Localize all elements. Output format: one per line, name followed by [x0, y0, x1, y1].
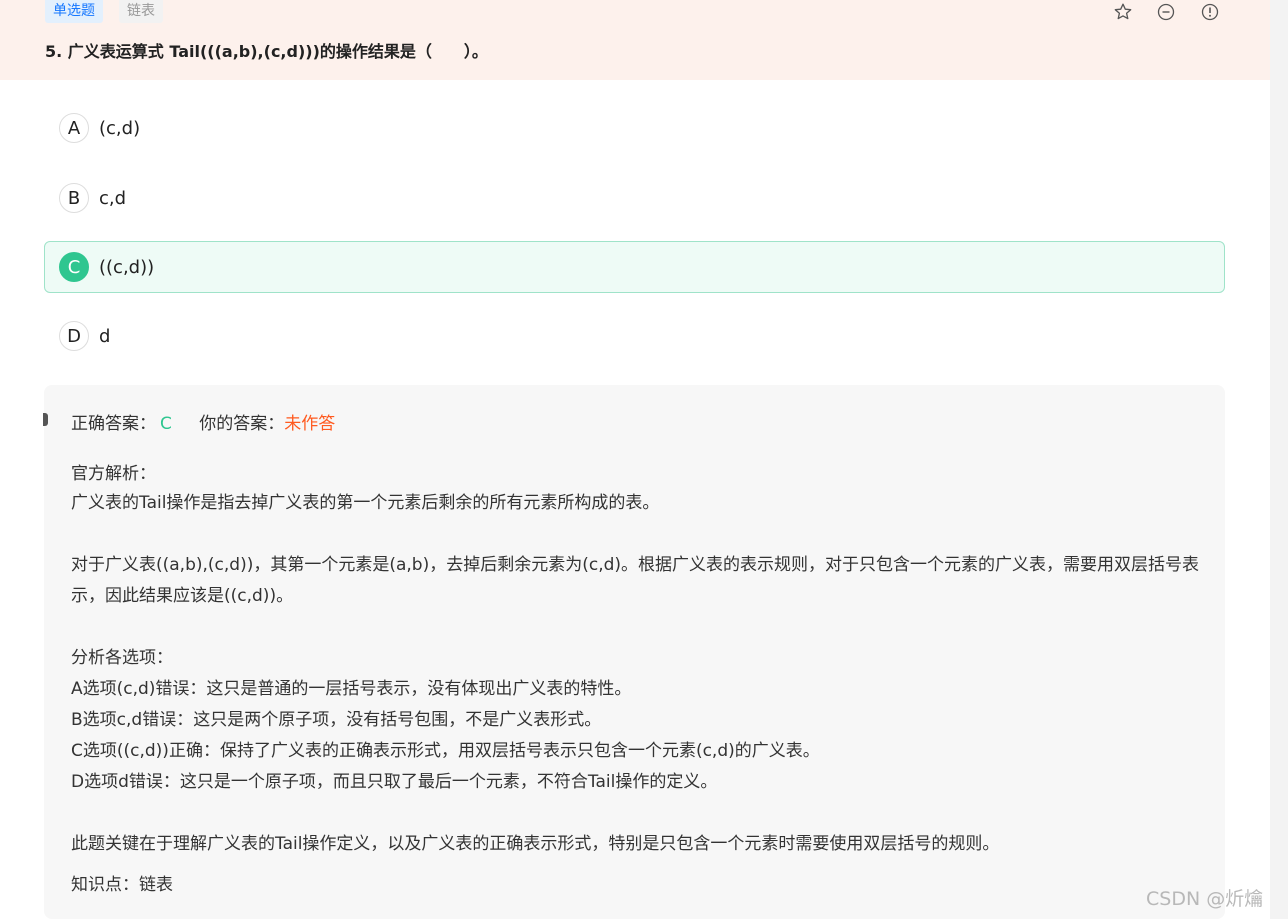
- analysis-paragraph: 广义表的Tail操作是指去掉广义表的第一个元素后剩余的所有元素所构成的表。: [71, 493, 660, 513]
- analysis-paragraph: C选项((c,d))正确：保持了广义表的正确表示形式，用双层括号表示只包含一个元…: [71, 741, 820, 761]
- option-a[interactable]: A (c,d): [44, 102, 1225, 154]
- analysis-paragraph: A选项(c,d)错误：这只是普通的一层括号表示，没有体现出广义表的特性。: [71, 679, 632, 699]
- analysis-paragraph: 分析各选项：: [71, 648, 173, 668]
- watermark: CSDN @炘爚: [1146, 888, 1264, 910]
- analysis-panel: 正确答案： C 你的答案：未作答 官方解析： 广义表的Tail操作是指去掉广义表的…: [43, 385, 1225, 919]
- question-title: 5. 广义表运算式 Tail(((a,b),(c,d)))的操作结果是（ ）。: [45, 42, 488, 61]
- knowledge-point: 知识点：链表: [71, 875, 173, 895]
- scrollbar[interactable]: [1270, 0, 1288, 919]
- your-answer-label: 你的答案：: [199, 414, 285, 434]
- option-key: A: [59, 113, 89, 143]
- option-text: ((c,d)): [99, 256, 155, 278]
- analysis-paragraph: D选项d错误：这只是一个原子项，而且只取了最后一个元素，不符合Tail操作的定义…: [71, 772, 718, 792]
- analysis-paragraph: 对于广义表((a,b),(c,d))，其第一个元素是(a,b)，去掉后剩余元素为…: [71, 555, 1200, 606]
- option-key: B: [59, 183, 89, 213]
- option-text: c,d: [99, 187, 127, 209]
- correct-answer-label: 正确答案：: [71, 414, 156, 434]
- analysis-marker: [43, 413, 48, 426]
- correct-answer-value: C: [160, 414, 172, 434]
- knowledge-tag: 链表: [119, 0, 163, 23]
- star-icon[interactable]: [1113, 2, 1133, 22]
- question-header: 单选题 链表 5. 广义表运算式 Tail(((a,b),(c,d)))的操作结…: [0, 0, 1270, 80]
- analysis-paragraph: 此题关键在于理解广义表的Tail操作定义，以及广义表的正确表示形式，特别是只包含…: [71, 834, 1000, 854]
- question-type-tag: 单选题: [45, 0, 103, 23]
- option-key: C: [59, 252, 89, 282]
- answer-summary: 正确答案： C 你的答案：未作答: [71, 409, 335, 434]
- exclamation-circle-icon[interactable]: [1200, 2, 1220, 22]
- option-d[interactable]: D d: [44, 310, 1225, 362]
- analysis-text: 广义表的Tail操作是指去掉广义表的第一个元素后剩余的所有元素所构成的表。 对于…: [71, 488, 1211, 860]
- option-text: d: [99, 325, 111, 347]
- option-key: D: [59, 321, 89, 351]
- your-answer-value: 未作答: [284, 414, 336, 434]
- official-analysis-title: 官方解析：: [71, 464, 156, 484]
- option-c-correct[interactable]: C ((c,d)): [44, 241, 1225, 293]
- minus-circle-icon[interactable]: [1156, 2, 1176, 22]
- option-b[interactable]: B c,d: [44, 172, 1225, 224]
- option-text: (c,d): [99, 117, 141, 139]
- analysis-paragraph: B选项c,d错误：这只是两个原子项，没有括号包围，不是广义表形式。: [71, 710, 602, 730]
